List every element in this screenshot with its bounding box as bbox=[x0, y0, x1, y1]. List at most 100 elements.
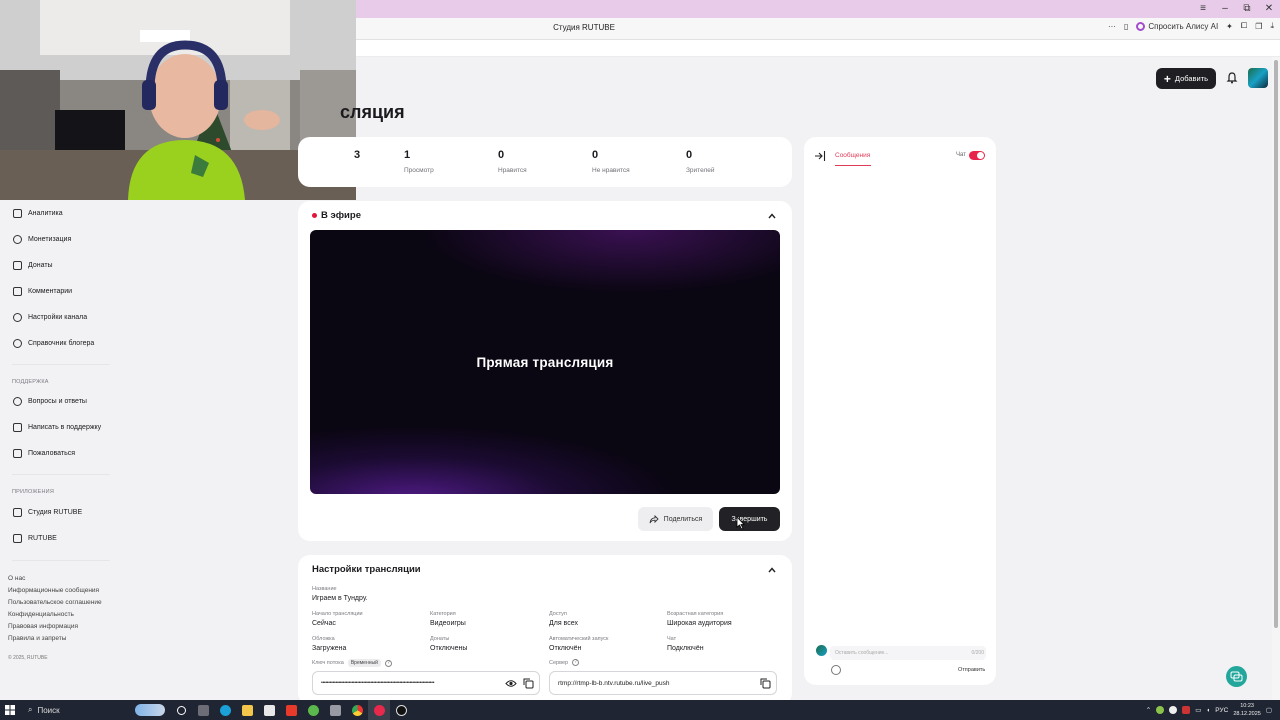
sidebar-item-label: Донаты bbox=[28, 262, 53, 269]
sidebar-item-donations[interactable]: Донаты bbox=[13, 261, 53, 270]
copy-icon[interactable] bbox=[760, 678, 771, 689]
sidebar-item-label: Пожаловаться bbox=[28, 450, 76, 457]
taskbar-app[interactable] bbox=[258, 700, 280, 720]
footer-link[interactable]: Информационные сообщения bbox=[8, 587, 99, 594]
sidebar-item-comments[interactable]: Комментарии bbox=[13, 287, 72, 296]
bookmark-icon[interactable]: ▯ bbox=[1124, 22, 1128, 31]
server-field[interactable]: rtmp://rtmp-lb-b.ntv.rutube.ru/live_push bbox=[549, 671, 777, 695]
tray-app-icon[interactable] bbox=[1169, 706, 1178, 714]
sidebar-item-report[interactable]: Пожаловаться bbox=[13, 449, 75, 458]
avatar[interactable] bbox=[1248, 68, 1268, 88]
copy-icon[interactable] bbox=[523, 678, 534, 689]
stats-card: 3 1 Просмотр 0 Нравится 0 Не нравится 0 Зрит… bbox=[298, 137, 792, 187]
divider bbox=[12, 474, 110, 475]
live-header[interactable]: В эфире bbox=[312, 210, 361, 221]
copyright: © 2025, RUTUBE bbox=[8, 655, 48, 661]
sidebar-item-contact-support[interactable]: Написать в поддержку bbox=[13, 423, 101, 432]
field-value: Загружена bbox=[312, 645, 347, 652]
field-value: Широкая аудитория bbox=[667, 620, 732, 627]
chevron-up-icon[interactable]: ⌃ bbox=[1146, 706, 1151, 714]
collections-icon[interactable]: ❐ bbox=[1255, 22, 1262, 31]
taskbar-app[interactable] bbox=[192, 700, 214, 720]
bookmarks-bar bbox=[356, 40, 1280, 57]
taskbar-app[interactable] bbox=[280, 700, 302, 720]
field-item: Автоматический запуск Отключён bbox=[549, 636, 608, 652]
taskbar-app[interactable] bbox=[324, 700, 346, 720]
footer-link[interactable]: Правила и запреты bbox=[8, 635, 66, 642]
minimize-icon[interactable]: – bbox=[1214, 0, 1236, 18]
chart-icon bbox=[13, 209, 22, 218]
gear-icon bbox=[13, 313, 22, 322]
language-indicator[interactable]: РУС bbox=[1215, 707, 1228, 714]
chat-toggle[interactable] bbox=[969, 151, 985, 160]
network-icon[interactable]: ▭ bbox=[1195, 706, 1201, 714]
field-value: Отключён bbox=[549, 645, 582, 652]
footer-link[interactable]: Правовая информация bbox=[8, 623, 78, 630]
menu-icon[interactable]: ≡ bbox=[1192, 0, 1214, 18]
taskbar-app[interactable] bbox=[236, 700, 258, 720]
taskbar-app[interactable] bbox=[214, 700, 236, 720]
footer-link[interactable]: О нас bbox=[8, 575, 25, 582]
alisa-button[interactable]: Спросить Алису AI bbox=[1136, 21, 1218, 31]
field-item: Начало трансляции Сейчас bbox=[312, 611, 363, 627]
field-label: Категория bbox=[430, 611, 456, 617]
stream-key-field[interactable]: ••••••••••••••••••••••••••••••••••••••••… bbox=[312, 671, 540, 695]
sidebar-item-monetization[interactable]: Монетизация bbox=[13, 235, 71, 244]
chevron-up-icon[interactable] bbox=[768, 212, 776, 220]
more-icon[interactable]: ··· bbox=[1108, 22, 1116, 31]
help-icon[interactable]: ? bbox=[384, 659, 392, 667]
field-label: Обложка bbox=[312, 636, 335, 642]
taskbar-app[interactable] bbox=[302, 700, 324, 720]
taskbar-search[interactable]: ⌕ Поиск bbox=[20, 700, 130, 720]
restore-icon[interactable]: ⧉ bbox=[1236, 0, 1258, 18]
taskbar-widget[interactable] bbox=[130, 700, 170, 720]
task-view-button[interactable] bbox=[170, 700, 192, 720]
field-item: Категория Видеоигры bbox=[430, 611, 466, 627]
video-player[interactable]: Прямая трансляция bbox=[310, 230, 780, 494]
help-icon[interactable]: ? bbox=[572, 659, 580, 666]
chevron-up-icon[interactable] bbox=[768, 566, 776, 574]
tray-app-icon[interactable] bbox=[1182, 706, 1191, 714]
add-button[interactable]: + Добавить bbox=[1156, 68, 1216, 89]
system-tray: ⌃ ▭ ◖ РУС 10:23 28.12.2025 ▢ bbox=[1146, 700, 1280, 720]
share-button[interactable]: Поделиться bbox=[638, 507, 713, 531]
download-icon[interactable]: ⤓ bbox=[1270, 21, 1274, 31]
bell-icon[interactable] bbox=[1226, 72, 1238, 84]
field-item: Доступ Для всех bbox=[549, 611, 578, 627]
store-icon bbox=[263, 704, 275, 716]
clock[interactable]: 10:23 28.12.2025 bbox=[1233, 702, 1261, 718]
share-icon bbox=[649, 514, 659, 523]
chat-message-input[interactable]: Оставить сообщение... bbox=[830, 646, 986, 660]
puzzle-icon[interactable]: ⧠ bbox=[1241, 21, 1247, 31]
support-chat-button[interactable] bbox=[1226, 666, 1247, 687]
sidebar-item-blogger-guide[interactable]: Справочник блогера bbox=[13, 339, 94, 348]
taskbar-app[interactable] bbox=[368, 700, 390, 720]
sidebar-item-faq[interactable]: Вопросы и ответы bbox=[13, 397, 87, 406]
footer-link[interactable]: Пользовательское соглашение bbox=[8, 599, 102, 606]
scrollbar-thumb[interactable] bbox=[1274, 60, 1278, 628]
taskbar-app[interactable] bbox=[346, 700, 368, 720]
extension-icon[interactable]: ✦ bbox=[1226, 22, 1233, 31]
send-button[interactable]: Отправить bbox=[958, 667, 985, 673]
sidebar-item-rutube[interactable]: RUTUBE bbox=[13, 534, 57, 543]
tray-app-icon[interactable] bbox=[1156, 706, 1165, 714]
eye-icon[interactable] bbox=[505, 679, 517, 688]
browser-toolbar-right: ··· ▯ Спросить Алису AI ✦ ⧠ ❐ ⤓ bbox=[1108, 21, 1274, 31]
footer-link[interactable]: Конфиденциальность bbox=[8, 611, 74, 618]
collapse-panel-icon[interactable] bbox=[814, 150, 826, 162]
sidebar-item-studio[interactable]: Студия RUTUBE bbox=[13, 508, 82, 517]
sidebar-item-channel-settings[interactable]: Настройки канала bbox=[13, 313, 87, 322]
stat-value: 0 bbox=[592, 149, 599, 161]
taskbar-app[interactable] bbox=[390, 700, 412, 720]
sidebar-item-analytics[interactable]: Аналитика bbox=[13, 209, 63, 218]
close-icon[interactable]: ✕ bbox=[1258, 0, 1280, 18]
tab-messages[interactable]: Сообщения bbox=[835, 152, 870, 159]
end-stream-button[interactable]: Завершить bbox=[719, 507, 780, 531]
notifications-icon[interactable]: ▢ bbox=[1266, 706, 1272, 714]
start-button[interactable] bbox=[0, 700, 20, 720]
volume-icon[interactable]: ◖ bbox=[1206, 707, 1210, 714]
app-icon bbox=[307, 704, 319, 716]
field-item: Чат Подключён bbox=[667, 636, 704, 652]
stat-item: 0 Зрителей bbox=[686, 149, 715, 174]
emoji-icon[interactable] bbox=[831, 665, 841, 675]
